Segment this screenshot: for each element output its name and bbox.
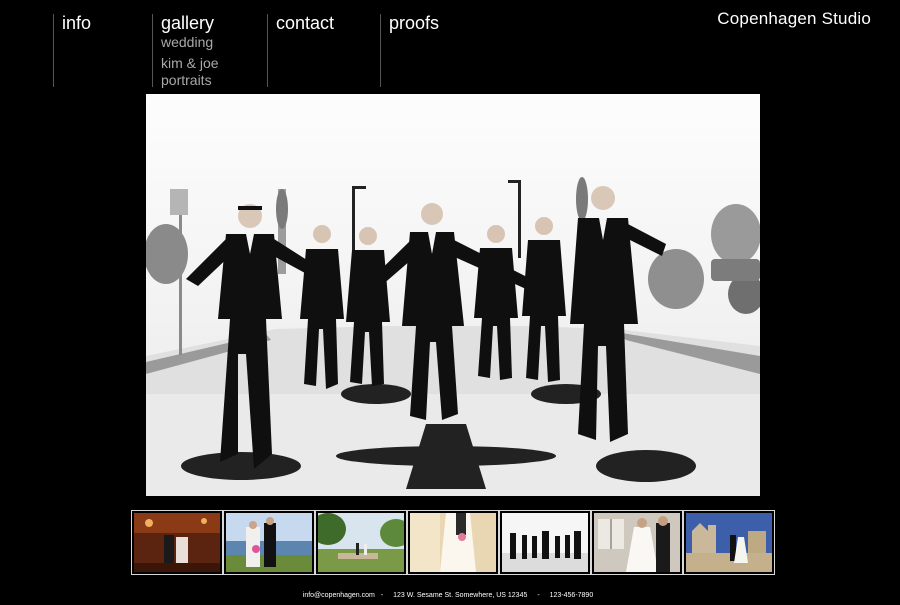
thumbnail-4[interactable]	[407, 510, 499, 575]
nav-column-gallery: gallery wedding kim & joe portraits	[152, 14, 265, 89]
nav-link-gallery[interactable]: gallery	[161, 14, 265, 32]
footer: info@copenhagen.com - 123 W. Sesame St. …	[0, 592, 900, 599]
reception-dance-photo	[134, 513, 220, 572]
nav-link-contact[interactable]: contact	[276, 14, 378, 32]
nav-link-proofs[interactable]: proofs	[389, 14, 489, 32]
thumbnail-7[interactable]	[683, 510, 775, 575]
subnav-link-portraits[interactable]: portraits	[161, 72, 265, 89]
main-navigation: info gallery wedding kim & joe portraits…	[0, 0, 900, 92]
groomsmen-photo-illustration	[146, 94, 760, 496]
bride-dress-photo	[410, 513, 496, 572]
nav-link-info[interactable]: info	[62, 14, 152, 32]
nav-column-info: info	[53, 14, 152, 87]
main-photo	[146, 94, 760, 496]
footer-phone: 123-456-7890	[549, 592, 594, 599]
thumbnail-2[interactable]	[223, 510, 315, 575]
thumbnail-strip	[131, 510, 776, 575]
nav-column-contact: contact	[267, 14, 378, 87]
groomsmen-photo	[502, 513, 588, 572]
bride-window-photo	[594, 513, 680, 572]
castle-couple-photo	[686, 513, 772, 572]
footer-separator: -	[380, 592, 384, 599]
thumbnail-5[interactable]	[499, 510, 591, 575]
subnav-link-kim-joe[interactable]: kim & joe	[161, 55, 265, 72]
garden-ceremony-photo	[318, 513, 404, 572]
thumbnail-1[interactable]	[131, 510, 223, 575]
thumbnail-3[interactable]	[315, 510, 407, 575]
thumbnail-6[interactable]	[591, 510, 683, 575]
footer-email-link[interactable]: info@copenhagen.com	[303, 592, 375, 599]
subnav-link-wedding[interactable]: wedding	[161, 34, 265, 51]
nav-column-proofs: proofs	[380, 14, 489, 87]
beach-couple-photo	[226, 513, 312, 572]
footer-separator: -	[537, 592, 540, 599]
footer-address: 123 W. Sesame St. Somewhere, US 12345	[393, 592, 528, 599]
brand-logo[interactable]: Copenhagen Studio	[717, 9, 871, 29]
